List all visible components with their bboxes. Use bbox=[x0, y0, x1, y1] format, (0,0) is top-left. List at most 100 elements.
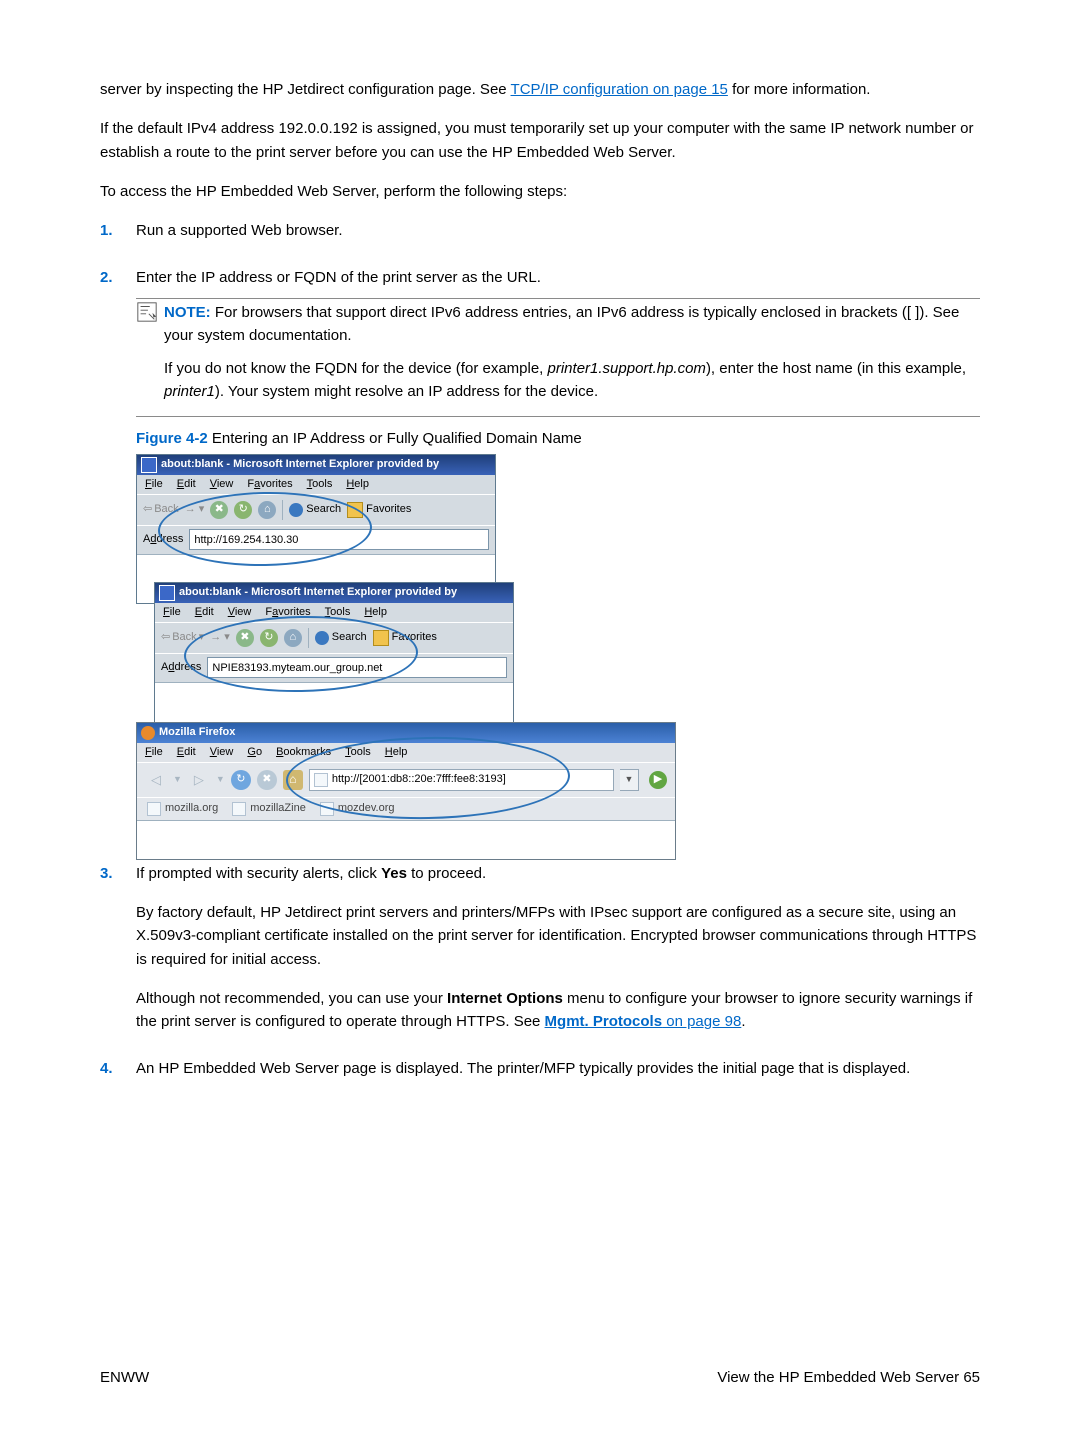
ie2-title: about:blank - Microsoft Internet Explore… bbox=[179, 584, 457, 601]
step-2-text: Enter the IP address or FQDN of the prin… bbox=[136, 266, 980, 289]
ff-forward-dropdown[interactable]: ▼ bbox=[216, 773, 225, 787]
note-p2-em1: printer1.support.hp.com bbox=[548, 360, 706, 377]
step-4-text: An HP Embedded Web Server page is displa… bbox=[136, 1057, 980, 1080]
footer-left: ENWW bbox=[100, 1366, 149, 1389]
ff-content bbox=[137, 820, 675, 859]
ff-home-button[interactable]: ⌂ bbox=[283, 770, 303, 790]
ie2-address-input[interactable] bbox=[207, 657, 507, 678]
internet-options-bold: Internet Options bbox=[447, 990, 563, 1007]
ie2-back-button[interactable]: ⇦ Back ▾ bbox=[161, 629, 204, 646]
ff-bookmark-3[interactable]: mozdev.org bbox=[320, 800, 395, 817]
ie1-refresh-button[interactable]: ↻ bbox=[234, 501, 252, 519]
ie1-back-button[interactable]: ⇦ Back bbox=[143, 501, 179, 518]
note-p2-em2: printer1 bbox=[164, 383, 215, 400]
ie2-addressbar: Address bbox=[155, 653, 513, 682]
ie1-menu-favorites[interactable]: Favorites bbox=[247, 476, 292, 493]
ff-back-dropdown[interactable]: ▼ bbox=[173, 773, 182, 787]
note-p2-c: ). Your system might resolve an IP addre… bbox=[215, 383, 598, 400]
favorites-icon bbox=[373, 630, 389, 646]
ff-forward-button[interactable]: ▷ bbox=[188, 769, 210, 791]
footer-right: View the HP Embedded Web Server 65 bbox=[717, 1366, 980, 1389]
ie2-stop-button[interactable]: ✖ bbox=[236, 629, 254, 647]
ie2-menu-favorites[interactable]: Favorites bbox=[265, 604, 310, 621]
tcpip-config-link[interactable]: TCP/IP configuration on page 15 bbox=[511, 81, 728, 98]
ff-back-button[interactable]: ◁ bbox=[145, 769, 167, 791]
ff-go-button[interactable]: ▶ bbox=[649, 771, 667, 789]
ie1-address-input[interactable] bbox=[189, 529, 489, 550]
ff-menu-edit[interactable]: Edit bbox=[177, 744, 196, 761]
ie2-menu-help[interactable]: Help bbox=[364, 604, 387, 621]
figure-title: Figure 4-2 Entering an IP Address or Ful… bbox=[136, 427, 980, 450]
ie1-favorites-button[interactable]: Favorites bbox=[347, 501, 411, 518]
ie2-menu-edit[interactable]: Edit bbox=[195, 604, 214, 621]
ff-menu-file[interactable]: File bbox=[145, 744, 163, 761]
page-icon bbox=[147, 802, 161, 816]
page-footer: ENWW View the HP Embedded Web Server 65 bbox=[100, 1366, 980, 1389]
step-3-text-2: By factory default, HP Jetdirect print s… bbox=[136, 901, 980, 971]
ff-bookmark-2[interactable]: mozillaZine bbox=[232, 800, 306, 817]
ie1-search-button[interactable]: Search bbox=[289, 501, 341, 518]
step-1-number: 1. bbox=[100, 219, 136, 242]
ff-stop-button[interactable]: ✖ bbox=[257, 770, 277, 790]
ff-menu-tools[interactable]: Tools bbox=[345, 744, 371, 761]
ie1-menu-help[interactable]: Help bbox=[346, 476, 369, 493]
step-2-number: 2. bbox=[100, 266, 136, 289]
ff-menu-view[interactable]: View bbox=[210, 744, 234, 761]
ff-address-input[interactable]: http://[2001:db8::20e:7fff:fee8:3193] bbox=[332, 771, 609, 788]
ie2-address-label: Address bbox=[161, 659, 201, 676]
ff-address-wrapper: http://[2001:db8::20e:7fff:fee8:3193] bbox=[309, 769, 614, 791]
step-1-text: Run a supported Web browser. bbox=[136, 219, 980, 242]
ie1-home-button[interactable]: ⌂ bbox=[258, 501, 276, 519]
ff-menu-go[interactable]: Go bbox=[247, 744, 262, 761]
ie2-menubar: File Edit View Favorites Tools Help bbox=[155, 603, 513, 622]
ff-menu-bookmarks[interactable]: Bookmarks bbox=[276, 744, 331, 761]
ie2-search-button[interactable]: Search bbox=[315, 629, 367, 646]
search-icon bbox=[289, 503, 303, 517]
ff-reload-button[interactable]: ↻ bbox=[231, 770, 251, 790]
steps-list: 1. Run a supported Web browser. 2. Enter… bbox=[100, 219, 980, 1097]
ie1-menu-edit[interactable]: Edit bbox=[177, 476, 196, 493]
step-4: 4. An HP Embedded Web Server page is dis… bbox=[100, 1057, 980, 1096]
ie1-menu-view[interactable]: View bbox=[210, 476, 234, 493]
ff-menu-help[interactable]: Help bbox=[385, 744, 408, 761]
mgmt-protocols-link[interactable]: Mgmt. Protocols on page 98 bbox=[545, 1013, 742, 1030]
favorites-icon bbox=[347, 502, 363, 518]
ie2-menu-tools[interactable]: Tools bbox=[325, 604, 351, 621]
page-icon bbox=[232, 802, 246, 816]
page-icon bbox=[320, 802, 334, 816]
ie2-menu-view[interactable]: View bbox=[228, 604, 252, 621]
ie2-favorites-button[interactable]: Favorites bbox=[373, 629, 437, 646]
step-3-text-1: If prompted with security alerts, click … bbox=[136, 862, 980, 885]
note-text: For browsers that support direct IPv6 ad… bbox=[164, 304, 959, 344]
ie1-forward-button[interactable]: → ▾ bbox=[185, 501, 205, 518]
ie1-menubar: File Edit View Favorites Tools Help bbox=[137, 475, 495, 494]
step-1-body: Run a supported Web browser. bbox=[136, 219, 980, 258]
ie2-forward-button[interactable]: → ▾ bbox=[210, 629, 230, 646]
note-icon bbox=[136, 301, 160, 330]
firefox-icon bbox=[141, 726, 155, 740]
note-block: NOTE: For browsers that support direct I… bbox=[136, 301, 980, 410]
figure-4-2: about:blank - Microsoft Internet Explore… bbox=[136, 454, 676, 854]
figure-caption: Entering an IP Address or Fully Qualifie… bbox=[208, 430, 582, 447]
ie-icon bbox=[141, 457, 157, 473]
ff-title: Mozilla Firefox bbox=[159, 724, 235, 741]
intro-text-a: server by inspecting the HP Jetdirect co… bbox=[100, 81, 511, 98]
yes-bold: Yes bbox=[381, 865, 407, 882]
ie1-titlebar: about:blank - Microsoft Internet Explore… bbox=[137, 455, 495, 475]
ie1-stop-button[interactable]: ✖ bbox=[210, 501, 228, 519]
ie2-refresh-button[interactable]: ↻ bbox=[260, 629, 278, 647]
ie1-menu-file[interactable]: File bbox=[145, 476, 163, 493]
step-3-text-3: Although not recommended, you can use yo… bbox=[136, 987, 980, 1034]
ie-icon bbox=[159, 585, 175, 601]
note-keyword: NOTE: bbox=[164, 304, 211, 321]
ie2-home-button[interactable]: ⌂ bbox=[284, 629, 302, 647]
ff-address-dropdown[interactable]: ▼ bbox=[620, 769, 639, 791]
search-icon bbox=[315, 631, 329, 645]
ie1-menu-tools[interactable]: Tools bbox=[307, 476, 333, 493]
ff-bookmark-1[interactable]: mozilla.org bbox=[147, 800, 218, 817]
intro-para-3: To access the HP Embedded Web Server, pe… bbox=[100, 180, 980, 203]
figure-label: Figure 4-2 bbox=[136, 430, 208, 447]
intro-para-1: server by inspecting the HP Jetdirect co… bbox=[100, 78, 980, 101]
step-4-number: 4. bbox=[100, 1057, 136, 1080]
ie2-menu-file[interactable]: File bbox=[163, 604, 181, 621]
